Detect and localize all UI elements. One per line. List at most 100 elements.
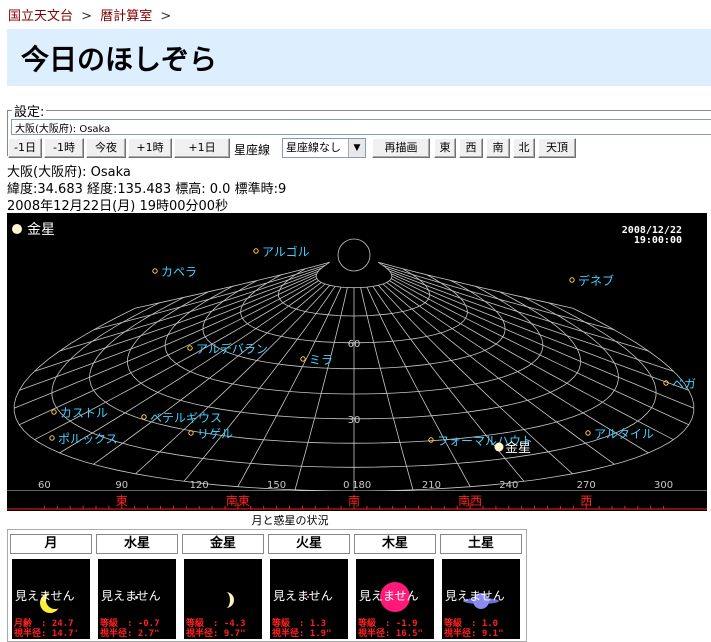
azimuth-label: 240 xyxy=(499,480,518,491)
breadcrumb-sep: > xyxy=(160,9,172,24)
azimuth-line xyxy=(59,282,322,454)
planet-stat-line2: 視半径: 9.1" xyxy=(444,629,504,639)
planet-status: 見えません xyxy=(359,589,419,603)
direction-zenith-button[interactable]: 天頂 xyxy=(538,138,576,158)
azimuth-label: 150 xyxy=(267,480,286,491)
planet-cell-mercury: 水星 見えません 等級 : -0.7 視半径: 2.7" xyxy=(96,534,178,639)
azimuth-label: 180 xyxy=(352,480,371,491)
star-label: デネブ xyxy=(578,273,614,288)
azimuth-line xyxy=(294,287,348,491)
planet-cell-saturn: 土星 見えません 等級 : 1.0 視半径: 9.1" xyxy=(440,534,522,639)
venus-label: 金星 xyxy=(505,440,531,456)
planet-cell-moon: 月 見えません 月齢 : 24.7 視半径: 14.7' xyxy=(10,534,92,639)
plus-1-day-button[interactable]: +1日 xyxy=(174,138,230,158)
planet-image: 見えません 等級 : 1.0 視半径: 9.1" xyxy=(442,559,520,639)
location-input[interactable]: 大阪(大阪府): Osaka xyxy=(11,119,711,135)
star-label: ポルックス xyxy=(58,432,118,446)
star-label: アルデバラン xyxy=(196,341,268,356)
star-label: カペラ xyxy=(161,265,197,279)
azimuth-line xyxy=(237,286,342,487)
star-marker xyxy=(152,268,158,274)
star-label: アルタイル xyxy=(594,427,654,441)
azimuth-line xyxy=(34,270,319,372)
planet-image: 見えません 等級 : -1.9 視半径: 16.5" xyxy=(356,559,434,639)
azimuth-label: 0 xyxy=(343,480,349,491)
breadcrumb-link-naoj[interactable]: 国立天文台 xyxy=(8,9,73,24)
azimuth-label: 90 xyxy=(115,480,128,491)
sky-map-canvas: 603060 90 120 150 0 180 210 240 270 300東 南東南南西西 アル… xyxy=(7,222,707,511)
planet-name: 金星 xyxy=(182,534,264,554)
sky-map[interactable]: 60 30 60 90 120 150 0 180 210 240 270 300 東南東南南西西 アル… xyxy=(7,213,707,511)
venus-legend-label: 金星 xyxy=(27,222,55,238)
azimuth-label: 300 xyxy=(654,480,673,491)
sky-time-stamp: 19:00:00 xyxy=(634,235,682,246)
azimuth-line xyxy=(135,285,330,475)
star-marker xyxy=(428,437,434,443)
planet-image: 等級 : -4.3 視半径: 9.7" xyxy=(184,559,262,639)
azimuth-line xyxy=(378,261,573,309)
star-label: ミラ xyxy=(309,353,333,367)
star-label: ベテルギウス xyxy=(150,411,222,425)
azimuth-line xyxy=(391,278,689,426)
planet-cell-venus: 金星 等級 : -4.3 視半径: 9.7" xyxy=(182,534,264,639)
planet-cell-mars: 火星 見えません 等級 : 1.3 視半径: 1.9" xyxy=(268,534,350,639)
observation-datetime: 2008年12月22日(月) 19時00分00秒 xyxy=(7,199,229,214)
star-marker xyxy=(663,380,669,386)
direction-north-button[interactable]: 北 xyxy=(513,138,535,158)
azimuth-line xyxy=(360,287,414,491)
constellation-select-value: 星座線なし xyxy=(286,141,341,154)
star-label: カストル xyxy=(60,406,108,420)
constellation-select[interactable]: 星座線なし ▼ xyxy=(282,138,366,158)
star-marker xyxy=(253,248,259,254)
azimuth-line xyxy=(366,286,471,487)
constellation-label: 星座線 xyxy=(234,143,271,157)
tonight-button[interactable]: 今夜 xyxy=(86,138,126,158)
settings-panel: 設定: 大阪(大阪府): Osaka -1日 -1時 今夜 +1時 +1日 星座… xyxy=(7,101,711,158)
sky-labels: 603060 90 120 150 0 180 210 240 270 300東 南東南南西西 xyxy=(38,339,673,509)
star-label: ベガ xyxy=(672,377,696,391)
plus-1-hour-button[interactable]: +1時 xyxy=(128,138,172,158)
planet-name: 土星 xyxy=(440,534,522,554)
star-marker xyxy=(188,430,194,436)
minus-1-day-button[interactable]: -1日 xyxy=(8,138,42,158)
sky-stars: アルゴルカペラデネブアルデバランミラベガカストル ベテルギウスリゲルポルックス フォ… xyxy=(49,244,696,456)
planet-stat-line2: 視半径: 14.7' xyxy=(14,629,79,639)
azimuth-label: 270 xyxy=(577,480,596,491)
azimuth-label: 60 xyxy=(38,480,51,491)
azimuth-line xyxy=(19,273,317,391)
azimuth-label: 210 xyxy=(422,480,441,491)
breadcrumb-link-calendar[interactable]: 暦計算室 xyxy=(100,9,152,24)
star-marker xyxy=(187,345,193,351)
minus-1-hour-button[interactable]: -1時 xyxy=(44,138,84,158)
planet-stat-line2: 視半径: 16.5" xyxy=(358,629,423,639)
planet-name: 火星 xyxy=(268,534,350,554)
azimuth-label: 120 xyxy=(190,480,209,491)
settings-legend: 設定: xyxy=(12,101,47,120)
planet-name: 木星 xyxy=(354,534,436,554)
redraw-button[interactable]: 再描画 xyxy=(372,138,430,158)
page-title: 今日のほしぞら xyxy=(21,43,218,76)
star-marker xyxy=(300,356,306,362)
star-marker xyxy=(585,430,591,436)
direction-east-button[interactable]: 東 xyxy=(434,138,456,158)
star-label: アルゴル xyxy=(262,244,310,259)
altitude-label: 30 xyxy=(348,415,361,426)
planet-cell-jupiter: 木星 見えません 等級 : -1.9 視半径: 16.5" xyxy=(354,534,436,639)
azimuth-line xyxy=(93,265,326,331)
star-label: リゲル xyxy=(197,427,233,441)
title-banner: 今日のほしぞら xyxy=(7,29,711,86)
chevron-down-icon[interactable]: ▼ xyxy=(348,139,365,157)
planets-caption: 月と惑星の状況 xyxy=(251,514,329,527)
planet-stat-line2: 視半径: 2.7" xyxy=(100,629,160,639)
planet-image: 見えません 月齢 : 24.7 視半径: 14.7' xyxy=(12,559,90,639)
planet-image: 見えません 等級 : 1.3 視半径: 1.9" xyxy=(270,559,348,639)
star-marker xyxy=(141,414,147,420)
planet-status: 見えません xyxy=(445,589,505,603)
azimuth-line xyxy=(59,267,322,352)
planet-stat-line2: 視半径: 1.9" xyxy=(272,629,332,639)
star-marker xyxy=(51,409,57,415)
direction-west-button[interactable]: 西 xyxy=(459,138,483,158)
direction-south-button[interactable]: 南 xyxy=(486,138,510,158)
azimuth-line xyxy=(19,278,317,426)
planet-status: 見えません xyxy=(15,589,75,603)
